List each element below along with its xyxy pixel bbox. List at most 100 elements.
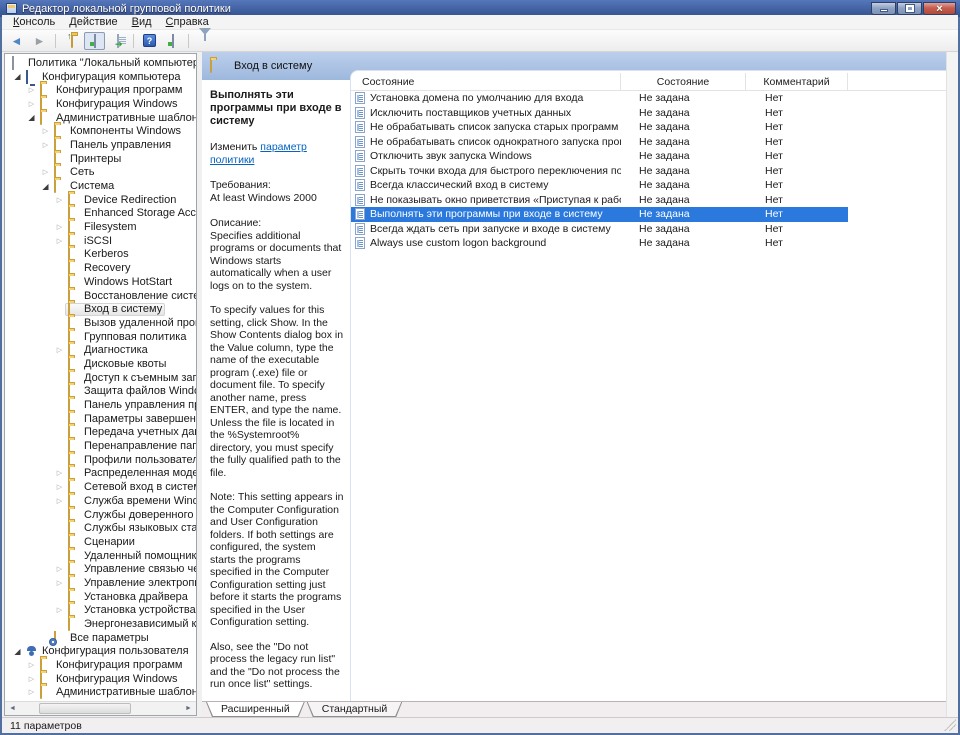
scroll-left-icon[interactable]: ◄ (5, 703, 20, 715)
tree-item[interactable]: ▷Device Redirection (5, 193, 196, 207)
tree-item[interactable]: ▷Установка устройства (5, 604, 196, 618)
collapsed-arrow-icon[interactable]: ▷ (54, 346, 65, 354)
tree-item[interactable]: Вход в систему (5, 302, 196, 316)
tree-item[interactable]: ▷Конфигурация программ (5, 658, 196, 672)
collapsed-arrow-icon[interactable]: ▷ (26, 86, 37, 94)
setting-row[interactable]: Исключить поставщиков учетных данныхНе з… (351, 106, 946, 121)
tree-item[interactable]: Передача учетных данных (5, 426, 196, 440)
tree-item[interactable]: ◢Конфигурация пользователя (5, 645, 196, 659)
column-header-state[interactable]: Состояние (621, 73, 746, 90)
tree-item[interactable]: Групповая политика (5, 330, 196, 344)
collapsed-arrow-icon[interactable]: ▷ (54, 565, 65, 573)
menu-item-3[interactable]: Справка (159, 15, 216, 29)
setting-row[interactable]: Не показывать окно приветствия «Приступа… (351, 193, 946, 208)
setting-row[interactable]: Выполнять эти программы при входе в сист… (351, 207, 848, 222)
tree-item[interactable]: ▷Компоненты Windows (5, 124, 196, 138)
tree-item[interactable]: Все параметры (5, 631, 196, 645)
tree-item[interactable]: Политика "Локальный компьютер" (5, 56, 196, 70)
show-console-tree-button[interactable] (84, 32, 105, 50)
forward-button[interactable]: ► (29, 32, 50, 50)
tree-item[interactable]: Вызов удаленной процедуры (5, 316, 196, 330)
setting-row[interactable]: Отключить звук запуска WindowsНе заданаН… (351, 149, 946, 164)
expanded-arrow-icon[interactable]: ◢ (26, 113, 37, 122)
tree-horizontal-scrollbar[interactable]: ◄ ► (5, 701, 196, 715)
menu-item-1[interactable]: Действие (62, 15, 124, 29)
tree-item[interactable]: Enhanced Storage Access (5, 207, 196, 221)
tab-extended-view[interactable]: Расширенный (206, 702, 305, 717)
collapsed-arrow-icon[interactable]: ▷ (54, 223, 65, 231)
tree-item[interactable]: ▷Панель управления (5, 138, 196, 152)
collapsed-arrow-icon[interactable]: ▷ (40, 141, 51, 149)
tree-item[interactable]: Службы доверенного платформенного модуля (5, 508, 196, 522)
menu-item-2[interactable]: Вид (125, 15, 159, 29)
tree-item[interactable]: ▷Управление связью через Интернет (5, 562, 196, 576)
tree-item[interactable]: Профили пользователей (5, 453, 196, 467)
menu-item-0[interactable]: Консоль (6, 15, 62, 29)
collapsed-arrow-icon[interactable]: ▷ (54, 579, 65, 587)
close-button[interactable]: × (923, 2, 956, 15)
scroll-right-icon[interactable]: ► (181, 703, 196, 715)
tree-item[interactable]: Сценарии (5, 535, 196, 549)
show-window-button[interactable] (162, 32, 183, 50)
collapsed-arrow-icon[interactable]: ▷ (54, 237, 65, 245)
setting-row[interactable]: Всегда классический вход в системуНе зад… (351, 178, 946, 193)
expanded-arrow-icon[interactable]: ◢ (40, 182, 51, 191)
tab-standard-view[interactable]: Стандартный (307, 702, 403, 717)
collapsed-arrow-icon[interactable]: ▷ (54, 483, 65, 491)
maximize-button[interactable] (897, 2, 922, 15)
tree-item[interactable]: ▷iSCSI (5, 234, 196, 248)
tree-item[interactable]: Параметры завершения работы (5, 412, 196, 426)
collapsed-arrow-icon[interactable]: ▷ (26, 100, 37, 108)
collapsed-arrow-icon[interactable]: ▷ (26, 661, 37, 669)
tree-item[interactable]: Дисковые квоты (5, 357, 196, 371)
tree-item[interactable]: ◢Административные шаблоны (5, 111, 196, 125)
tree-item[interactable]: Восстановление системы (5, 289, 196, 303)
column-header-name[interactable]: Состояние (351, 73, 621, 90)
tree-item[interactable]: Recovery (5, 261, 196, 275)
export-list-button[interactable] (107, 32, 128, 50)
help-button[interactable]: ? (139, 32, 160, 50)
tree-item[interactable]: ▷Filesystem (5, 220, 196, 234)
filter-button[interactable] (194, 32, 215, 50)
tree-item[interactable]: ▷Сетевой вход в систему (5, 480, 196, 494)
tree-item[interactable]: ▷Конфигурация Windows (5, 672, 196, 686)
tree-item[interactable]: Службы языковых стандартов (5, 521, 196, 535)
collapsed-arrow-icon[interactable]: ▷ (54, 196, 65, 204)
tree-item[interactable]: ▷Управление электропитанием (5, 576, 196, 590)
setting-row[interactable]: Скрыть точки входа для быстрого переключ… (351, 164, 946, 179)
tree-item[interactable]: ◢Система (5, 179, 196, 193)
collapsed-arrow-icon[interactable]: ▷ (26, 688, 37, 696)
expanded-arrow-icon[interactable]: ◢ (12, 647, 23, 656)
tree-item[interactable]: ◢Конфигурация компьютера (5, 70, 196, 84)
setting-row[interactable]: Всегда ждать сеть при запуске и входе в … (351, 222, 946, 237)
collapsed-arrow-icon[interactable]: ▷ (54, 497, 65, 505)
tree-item[interactable]: Энергонезависимый кэш диска (5, 617, 196, 631)
tree-item[interactable]: ▷Распределенная модель COM (5, 467, 196, 481)
setting-row[interactable]: Не обрабатывать список однократного запу… (351, 135, 946, 150)
resize-grip-icon[interactable] (944, 719, 956, 731)
collapsed-arrow-icon[interactable]: ▷ (40, 168, 51, 176)
tree-item[interactable]: Панель управления производительностью (5, 398, 196, 412)
minimize-button[interactable] (871, 2, 896, 15)
tree-item[interactable]: ▷Служба времени Windows (5, 494, 196, 508)
tree-item[interactable]: Kerberos (5, 248, 196, 262)
back-button[interactable]: ◄ (6, 32, 27, 50)
collapsed-arrow-icon[interactable]: ▷ (54, 606, 65, 614)
setting-row[interactable]: Не обрабатывать список запуска старых пр… (351, 120, 946, 135)
tree-item[interactable]: Принтеры (5, 152, 196, 166)
tree-item[interactable]: ▷Сеть (5, 166, 196, 180)
tree-item[interactable]: Доступ к съемным запоминающим устройства… (5, 371, 196, 385)
tree-item[interactable]: Установка драйвера (5, 590, 196, 604)
column-header-comment[interactable]: Комментарий (746, 73, 848, 90)
tree-item[interactable]: Перенаправление папки (5, 439, 196, 453)
collapsed-arrow-icon[interactable]: ▷ (40, 127, 51, 135)
setting-row[interactable]: Установка домена по умолчанию для входаН… (351, 91, 946, 106)
scrollbar-thumb[interactable] (39, 703, 131, 714)
up-one-level-button[interactable] (61, 32, 82, 50)
expanded-arrow-icon[interactable]: ◢ (12, 72, 23, 81)
tree-item[interactable]: ▷Диагностика (5, 343, 196, 357)
tree-item[interactable]: ▷Административные шаблоны (5, 686, 196, 700)
setting-row[interactable]: Always use custom logon backgroundНе зад… (351, 236, 946, 251)
collapsed-arrow-icon[interactable]: ▷ (26, 675, 37, 683)
tree-item[interactable]: Защита файлов Windows (5, 385, 196, 399)
